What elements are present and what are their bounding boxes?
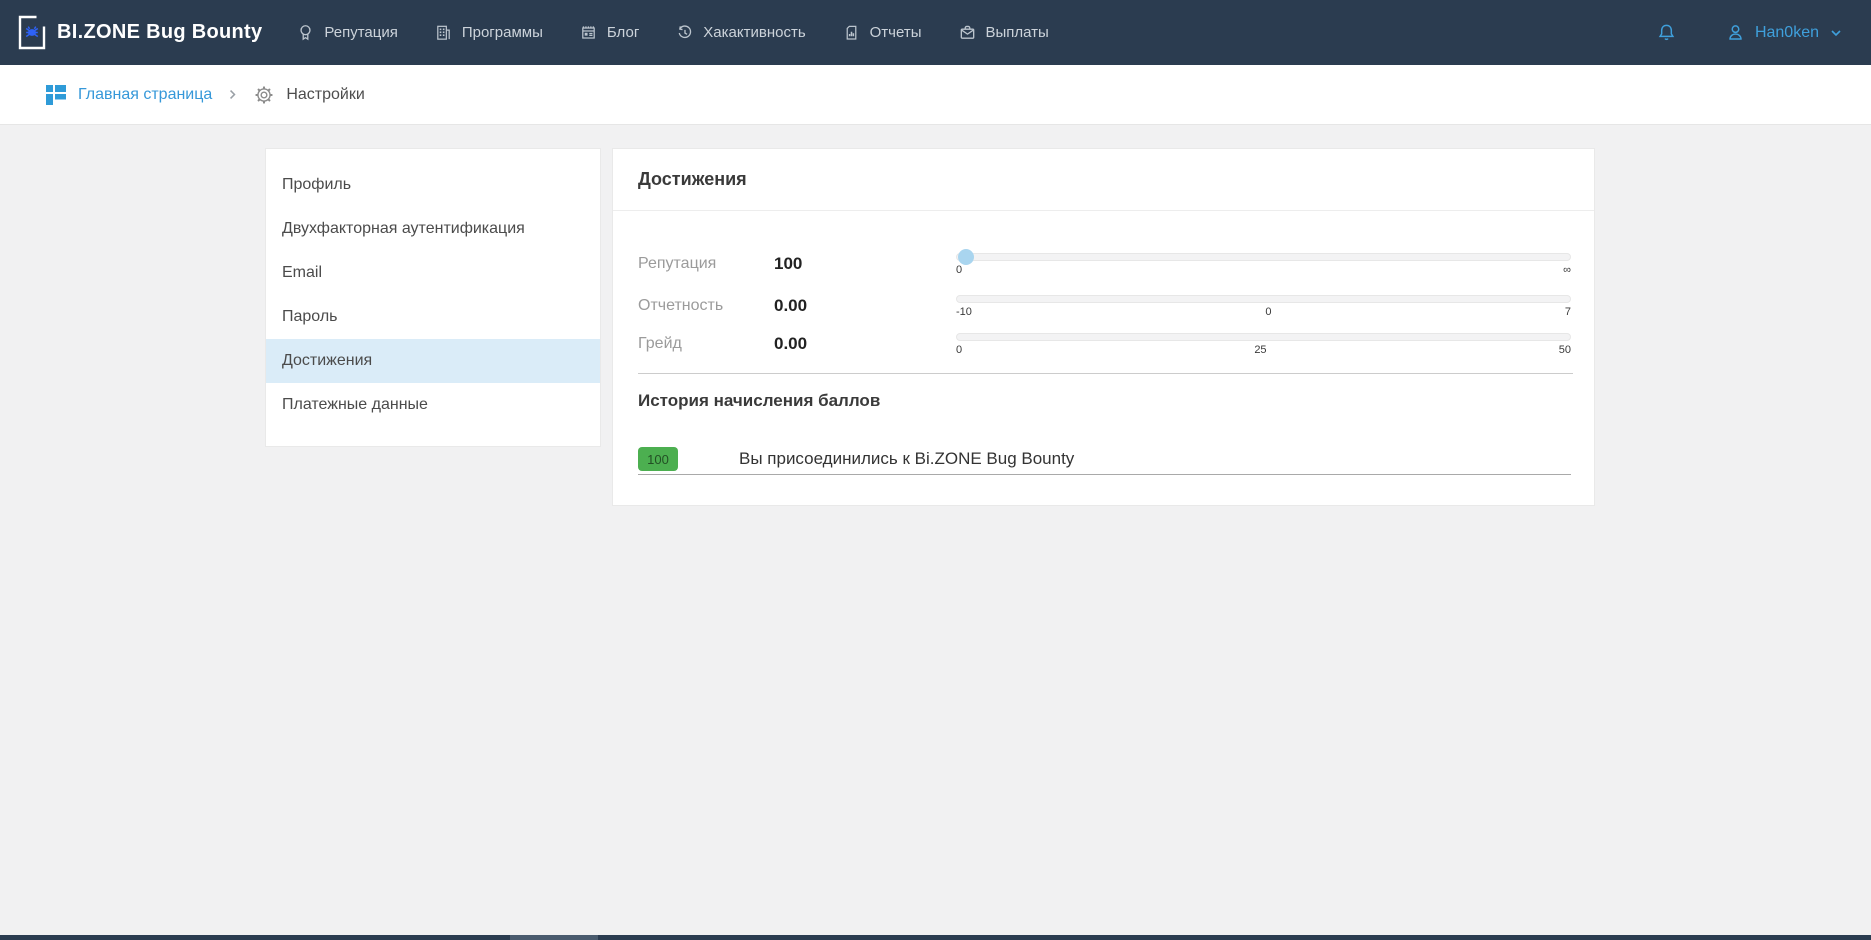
- notifications-bell-icon[interactable]: [1656, 22, 1677, 43]
- sidebar-item-label: Платежные данные: [282, 396, 428, 414]
- tick-mid: 25: [1254, 344, 1266, 356]
- brand-title: BI.ZONE Bug Bounty: [57, 21, 262, 44]
- bizone-logo-icon: [17, 14, 47, 51]
- stat-value: 0.00: [774, 296, 956, 316]
- sidebar-item-label: Пароль: [282, 308, 338, 326]
- sidebar-item-profile[interactable]: Профиль: [266, 163, 600, 207]
- settings-menu: Профиль Двухфакторная аутентификация Ema…: [265, 148, 601, 447]
- nav-item-programs[interactable]: Программы: [434, 23, 543, 42]
- gear-icon: [253, 84, 275, 106]
- brand-logo[interactable]: BI.ZONE Bug Bounty: [17, 14, 262, 51]
- tick-max: 7: [1565, 306, 1571, 318]
- breadcrumb-home-label: Главная страница: [78, 86, 212, 104]
- section-divider: [638, 373, 1573, 374]
- sidebar-item-2fa[interactable]: Двухфакторная аутентификация: [266, 207, 600, 251]
- breadcrumb-current-label: Настройки: [286, 86, 364, 104]
- stat-label: Репутация: [638, 255, 774, 273]
- footer-edge: [0, 935, 1871, 940]
- nav-label: Выплаты: [986, 24, 1049, 41]
- nav-item-hackactivity[interactable]: Хакактивность: [675, 23, 805, 42]
- scale-ticks: 0 25 50: [956, 344, 1571, 356]
- stat-row-grade: Грейд 0.00 0 25 50: [638, 324, 1571, 364]
- breadcrumb-separator-icon: [226, 88, 239, 101]
- nav-label: Хакактивность: [703, 24, 805, 41]
- points-badge: 100: [638, 447, 678, 471]
- stat-label: Грейд: [638, 335, 774, 353]
- newspaper-icon: [579, 23, 598, 42]
- sidebar-item-payment-data[interactable]: Платежные данные: [266, 383, 600, 427]
- stat-scale: -10 0 7: [956, 295, 1571, 318]
- breadcrumb-current: Настройки: [253, 84, 364, 106]
- history-entry-row: 100 Вы присоединились к Bi.ZONE Bug Boun…: [638, 447, 1571, 475]
- sidebar-item-label: Профиль: [282, 176, 351, 194]
- reputation-scale-track: [956, 253, 1571, 261]
- app-window: BI.ZONE Bug Bounty Репутация: [0, 0, 1871, 940]
- user-icon: [1725, 22, 1746, 43]
- building-icon: [434, 23, 453, 42]
- navbar-right: Han0ken: [1656, 22, 1844, 43]
- scale-ticks: -10 0 7: [956, 306, 1571, 318]
- nav-label: Блог: [607, 24, 639, 41]
- sidebar-item-email[interactable]: Email: [266, 251, 600, 295]
- tick-max: 50: [1559, 344, 1571, 356]
- stat-value: 0.00: [774, 334, 956, 354]
- user-menu[interactable]: Han0ken: [1725, 22, 1844, 43]
- reporting-scale-track: [956, 295, 1571, 303]
- history-icon: [675, 23, 694, 42]
- nav-label: Программы: [462, 24, 543, 41]
- tick-min: 0: [956, 264, 962, 276]
- tick-min: -10: [956, 306, 972, 318]
- horizontal-scrollbar-thumb[interactable]: [510, 935, 598, 940]
- nav-item-payouts[interactable]: Выплаты: [958, 23, 1049, 42]
- tick-max: ∞: [1563, 264, 1571, 276]
- breadcrumb: Главная страница: [0, 65, 1871, 125]
- stat-scale: 0 25 50: [956, 333, 1571, 356]
- panel-title: Достижения: [613, 149, 1594, 211]
- dashboard-tiles-icon: [45, 84, 67, 106]
- sidebar-item-label: Email: [282, 264, 322, 282]
- sidebar-item-label: Двухфакторная аутентификация: [282, 220, 525, 238]
- nav-item-reports[interactable]: Отчеты: [842, 23, 922, 42]
- report-icon: [842, 23, 861, 42]
- main-nav: Репутация Программы: [296, 23, 1048, 42]
- top-navbar: BI.ZONE Bug Bounty Репутация: [0, 0, 1871, 65]
- sidebar-item-password[interactable]: Пароль: [266, 295, 600, 339]
- tick-min: 0: [956, 344, 962, 356]
- chevron-down-icon: [1828, 25, 1844, 41]
- achievements-panel: Достижения Репутация 100 0 ∞: [612, 148, 1595, 506]
- sidebar-item-achievements[interactable]: Достижения: [266, 339, 600, 383]
- history-section-title: История начисления баллов: [638, 391, 880, 411]
- medal-icon: [296, 23, 315, 42]
- stat-value: 100: [774, 254, 956, 274]
- stat-row-reputation: Репутация 100 0 ∞: [638, 244, 1571, 284]
- stat-label: Отчетность: [638, 297, 774, 315]
- username: Han0ken: [1755, 24, 1819, 42]
- nav-label: Репутация: [324, 24, 397, 41]
- briefcase-icon: [958, 23, 977, 42]
- nav-label: Отчеты: [870, 24, 922, 41]
- reputation-scale-handle[interactable]: [958, 249, 974, 265]
- sidebar-item-label: Достижения: [282, 352, 372, 370]
- history-entry-text: Вы присоединились к Bi.ZONE Bug Bounty: [739, 447, 1074, 471]
- tick-mid: 0: [1265, 306, 1271, 318]
- content-area: Профиль Двухфакторная аутентификация Ema…: [0, 125, 1871, 935]
- scale-ticks: 0 ∞: [956, 264, 1571, 276]
- nav-item-reputation[interactable]: Репутация: [296, 23, 397, 42]
- stat-row-reporting: Отчетность 0.00 -10 0 7: [638, 286, 1571, 326]
- stat-scale: 0 ∞: [956, 253, 1571, 276]
- breadcrumb-home-link[interactable]: Главная страница: [45, 84, 212, 106]
- nav-item-blog[interactable]: Блог: [579, 23, 639, 42]
- grade-scale-track: [956, 333, 1571, 341]
